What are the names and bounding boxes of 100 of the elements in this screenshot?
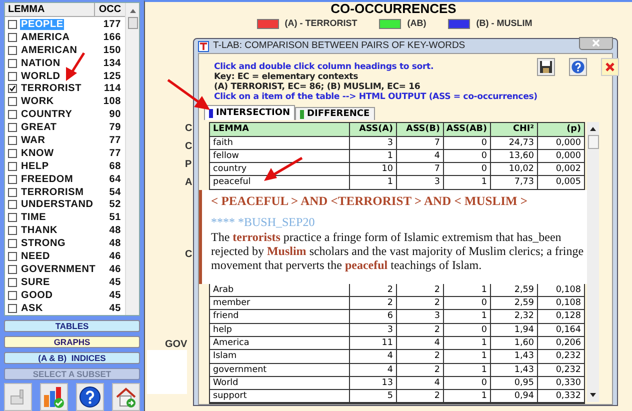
pointer-arrow (167, 78, 210, 110)
table-cell: 10 (350, 163, 397, 176)
checkbox[interactable] (8, 213, 17, 222)
checkbox[interactable] (8, 162, 17, 171)
table-cell: friend (210, 310, 350, 323)
checkbox[interactable] (8, 200, 17, 210)
checkbox[interactable] (8, 264, 17, 274)
side-button[interactable]: (A & B) INDICES (4, 352, 140, 364)
close-button[interactable] (579, 36, 613, 50)
column-header[interactable]: ASS(A) (350, 123, 397, 136)
list-item[interactable]: NATION (20, 58, 62, 69)
list-item[interactable]: UNDERSTAND (20, 199, 94, 210)
column-header[interactable]: CHI² (491, 123, 538, 136)
tab[interactable]: DIFFERENCE (295, 107, 375, 120)
checkbox[interactable] (8, 226, 17, 236)
table-cell: 0 (444, 150, 491, 162)
list-item[interactable]: ASK (20, 302, 44, 314)
list-item[interactable]: AMERICA (20, 32, 71, 43)
checkbox[interactable] (8, 148, 17, 158)
table-cell: 2 (397, 390, 444, 402)
tab-label: DIFFERENCE (307, 108, 370, 120)
list-item[interactable]: STRONG (20, 238, 67, 250)
table-cell: support (210, 390, 350, 402)
table-cell: World (210, 376, 350, 390)
list-item[interactable]: GOOD (20, 290, 54, 301)
checkbox[interactable] (8, 174, 17, 184)
checkbox[interactable] (8, 239, 17, 248)
column-header[interactable]: LEMMA (5, 3, 95, 16)
checkbox[interactable] (8, 252, 17, 261)
scrollbar[interactable] (125, 3, 139, 315)
checkbox[interactable] (8, 304, 17, 313)
column-header[interactable]: OCC (95, 3, 125, 16)
checkbox[interactable] (8, 20, 17, 29)
checkbox[interactable] (8, 136, 17, 145)
close-icon[interactable] (601, 58, 620, 76)
table-cell-text: 0,206 (554, 336, 582, 350)
checkbox[interactable] (8, 110, 17, 120)
scroll-down-icon[interactable] (590, 393, 596, 398)
list-item[interactable]: TERRORISM (20, 186, 85, 198)
list-item[interactable]: SURE (20, 276, 51, 288)
scrollbar[interactable] (587, 122, 599, 402)
checkbox[interactable] (8, 58, 17, 68)
scroll-thumb[interactable] (128, 17, 138, 29)
count: 46 (109, 262, 121, 277)
list-item[interactable]: FREEDOM (20, 174, 74, 185)
table-cell: 1 (350, 176, 397, 189)
list-item[interactable]: WORLD (20, 70, 62, 82)
column-header[interactable]: ASS(B) (397, 123, 444, 136)
table-cell-text: 0,000 (554, 136, 582, 149)
list-item[interactable]: NEED (20, 250, 51, 262)
window-title: T-LAB: COMPARISON BETWEEN PAIRS OF KEY-WORDS (213, 39, 466, 53)
save-icon[interactable] (537, 58, 556, 76)
chart-check-icon[interactable] (40, 383, 68, 411)
list-item[interactable]: TERRORIST (20, 83, 82, 94)
help-icon[interactable] (569, 58, 588, 76)
checkbox[interactable] (8, 72, 17, 80)
checkbox[interactable] (8, 278, 17, 287)
table-cell: 2,59 (491, 284, 538, 296)
list-item[interactable]: KNOW (20, 148, 55, 159)
checkbox[interactable] (8, 123, 17, 132)
list-item[interactable]: WORK (20, 96, 55, 108)
checkbox[interactable] (8, 84, 17, 94)
background-label: C (185, 248, 192, 262)
list-item[interactable]: HELP (20, 160, 50, 172)
table-cell: 6 (350, 310, 397, 323)
table-cell: America (210, 336, 350, 350)
instruction-text: (A) TERRORIST, EC= 86; (B) MUSLIM, EC= 16 (214, 82, 422, 92)
checkbox[interactable] (8, 97, 17, 106)
list-item[interactable]: GOVERNMENT (20, 264, 97, 275)
list-item[interactable]: WAR (20, 134, 46, 146)
checkbox[interactable] (8, 188, 17, 197)
column-header[interactable]: LEMMA (210, 123, 350, 136)
list-item[interactable]: AMERICAN (20, 44, 78, 56)
help-icon[interactable] (76, 383, 104, 411)
count: 52 (109, 198, 121, 212)
list-item[interactable]: COUNTRY (20, 109, 74, 120)
table-cell: 7,73 (491, 176, 538, 189)
list-item[interactable]: THANK (20, 225, 58, 236)
scroll-thumb[interactable] (588, 135, 598, 150)
home-icon[interactable] (112, 383, 140, 411)
tab[interactable]: INTERSECTION (204, 105, 296, 120)
checkbox[interactable] (8, 290, 17, 300)
column-header[interactable]: (p) (538, 123, 584, 136)
checkbox[interactable] (8, 32, 17, 42)
background-label: C (185, 140, 192, 154)
table-cell: 0 (444, 376, 491, 390)
list-item[interactable]: GREAT (20, 122, 58, 134)
side-button[interactable]: GRAPHS (4, 336, 140, 348)
checkbox[interactable] (8, 46, 17, 55)
table-cell: 1 (444, 336, 491, 350)
count: 77 (109, 134, 121, 148)
source-label: **** *BUSH_SEP20 (211, 214, 316, 230)
table-cell: 1,60 (491, 336, 538, 350)
side-button[interactable]: TABLES (4, 320, 140, 332)
table-cell-text: 0,232 (554, 364, 582, 376)
scroll-up-icon[interactable] (590, 127, 596, 132)
column-header[interactable]: ASS(AB) (444, 123, 491, 136)
count: 114 (104, 82, 121, 96)
list-item[interactable]: TIME (20, 212, 48, 224)
table-cell: 3 (350, 136, 397, 149)
